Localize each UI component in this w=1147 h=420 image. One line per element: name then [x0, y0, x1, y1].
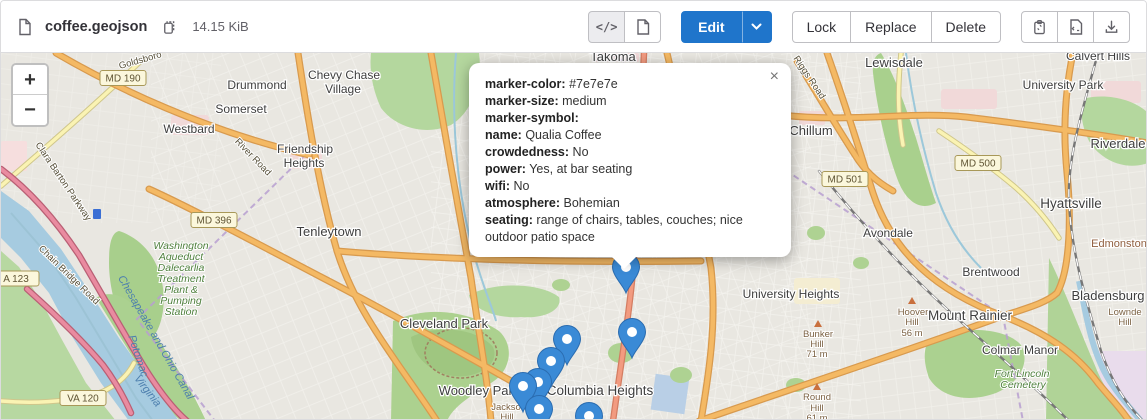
label-columbia-heights: Columbia Heights	[547, 383, 654, 398]
download-icon	[1104, 19, 1119, 35]
label-colmar-manor: Colmar Manor	[982, 343, 1058, 357]
label-bladensburg: Bladensburg	[1072, 288, 1145, 303]
popup-property: name: Qualia Coffee	[485, 127, 775, 144]
label-brentwood: Brentwood	[962, 265, 1019, 279]
label-drummond: Drummond	[227, 78, 286, 92]
document-icon	[636, 19, 650, 35]
edit-dropdown-button[interactable]	[742, 11, 772, 43]
file-size: 14.15 KiB	[192, 19, 248, 34]
label-somerset: Somerset	[215, 102, 267, 116]
popup-tail	[611, 256, 637, 269]
file-action-group: Lock Replace Delete	[792, 11, 1001, 43]
popup-property: seating: range of chairs, tables, couche…	[485, 212, 775, 246]
edit-button[interactable]: Edit	[681, 11, 741, 43]
label-chillum: Chillum	[789, 123, 832, 138]
replace-button[interactable]: Replace	[850, 11, 931, 43]
copy-path-icon[interactable]	[159, 17, 178, 37]
label-avondale: Avondale	[863, 226, 913, 240]
label-woodley-park: Woodley Park	[439, 383, 520, 398]
label-jackson-hill-2: Hill	[500, 412, 513, 420]
file-utility-group	[1021, 11, 1130, 43]
shield-a123: A 123	[3, 274, 29, 285]
label-cleveland-park: Cleveland Park	[400, 316, 489, 331]
zoom-out-button[interactable]: −	[13, 95, 47, 125]
label-hyattsville: Hyattsville	[1040, 196, 1102, 211]
display-source-button[interactable]: </>	[588, 11, 625, 43]
map-marker[interactable]	[526, 396, 553, 420]
label-hoover-hill-3: 56 m	[901, 328, 922, 339]
label-fort-lincoln-2: Cemetery	[1000, 379, 1046, 391]
geojson-map[interactable]: MD 190 MD 396 A 123 VA 120 MD 500 MD 501…	[1, 53, 1146, 420]
view-toggle: </>	[588, 11, 661, 43]
open-raw-button[interactable]	[1057, 11, 1094, 43]
clipboard-icon	[1032, 19, 1047, 35]
label-friendship-heights-2: Heights	[284, 156, 325, 170]
label-lewisdale: Lewisdale	[865, 55, 923, 70]
label-chevy-chase: Chevy Chase	[308, 68, 380, 82]
popup-property: marker-size: medium	[485, 93, 775, 110]
shield-md190: MD 190	[105, 74, 140, 85]
label-mount-rainier: Mount Rainier	[928, 308, 1013, 323]
label-chevy-chase-2: Village	[325, 82, 361, 96]
file-name: coffee.geojson	[45, 19, 147, 35]
shield-md396: MD 396	[196, 216, 231, 227]
delete-button[interactable]: Delete	[931, 11, 1001, 43]
label-calvert-hills: Calvert Hills	[1066, 53, 1130, 63]
label-aqueduct-7: Station	[165, 306, 198, 318]
file-code-icon	[1069, 19, 1083, 35]
shield-va120: VA 120	[67, 394, 99, 405]
chevron-down-icon	[751, 23, 762, 30]
copy-contents-button[interactable]	[1021, 11, 1058, 43]
popup-property: atmosphere: Bohemian	[485, 195, 775, 212]
popup-property: power: Yes, at bar seating	[485, 161, 775, 178]
marker-popup: × marker-color: #7e7e7e marker-size: med…	[469, 63, 791, 257]
label-westbard: Westbard	[163, 122, 214, 136]
label-round-hill-3: 61 m	[806, 413, 827, 420]
zoom-in-button[interactable]: +	[13, 65, 47, 95]
info-poi-icon	[93, 209, 101, 219]
label-university-heights: University Heights	[743, 287, 840, 301]
label-university-park: University Park	[1023, 78, 1105, 92]
shield-md500: MD 500	[960, 159, 995, 170]
label-round-hill: Round	[803, 392, 831, 403]
shield-md501: MD 501	[827, 175, 862, 186]
map-zoom-control: + −	[11, 63, 49, 127]
file-icon	[17, 18, 33, 36]
download-button[interactable]	[1093, 11, 1130, 43]
label-riverdale: Riverdale	[1091, 136, 1146, 151]
lock-button[interactable]: Lock	[792, 11, 852, 43]
popup-property: crowdedness: No	[485, 144, 775, 161]
file-viewer: coffee.geojson 14.15 KiB </> Edit Lock R…	[0, 0, 1147, 420]
file-header: coffee.geojson 14.15 KiB </> Edit Lock R…	[1, 1, 1146, 53]
label-hoover-hill-2: Hill	[905, 317, 918, 328]
popup-property: wifi: No	[485, 178, 775, 195]
popup-property: marker-symbol:	[485, 110, 775, 127]
code-icon: </>	[596, 20, 618, 34]
label-lownde-hill-2: Hill	[1118, 317, 1131, 328]
label-edmonston: Edmonston	[1091, 238, 1146, 250]
popup-close-icon[interactable]: ×	[765, 67, 784, 87]
label-friendship-heights: Friendship	[277, 142, 333, 156]
label-tenleytown: Tenleytown	[296, 224, 361, 239]
display-rendered-button[interactable]	[624, 11, 661, 43]
edit-split-button: Edit	[681, 11, 771, 43]
label-bunker-hill-3: 71 m	[806, 349, 827, 360]
popup-property: marker-color: #7e7e7e	[485, 76, 775, 93]
